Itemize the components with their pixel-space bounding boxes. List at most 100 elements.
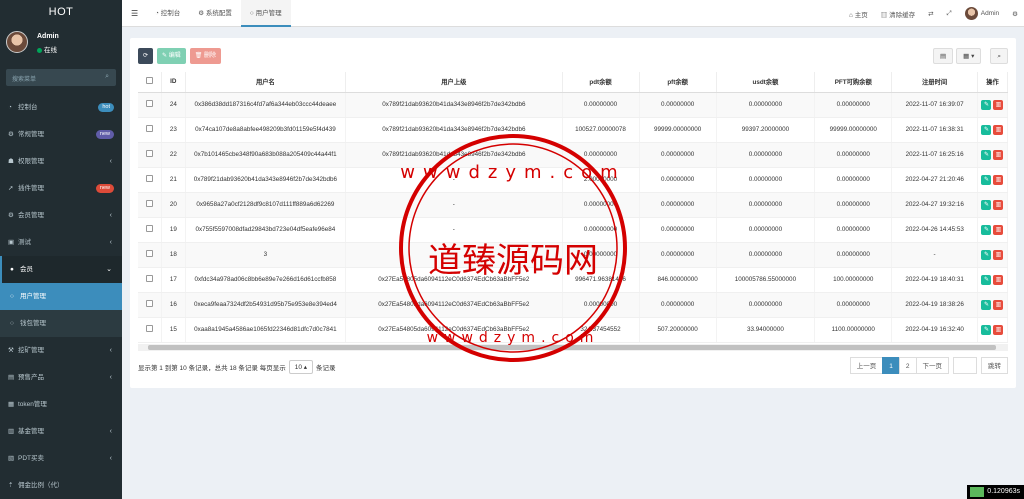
search-icon[interactable]: ⌕ — [105, 73, 109, 81]
table-row[interactable]: 22 0x7b101465cbe348f90a683b088a205409c44a… — [138, 142, 1009, 168]
delete-row-icon[interactable]: ▥ — [993, 124, 1004, 135]
sidebar-item-1[interactable]: ⚙ 常规管理 new — [0, 121, 122, 148]
table-row[interactable]: 19 0x755f5597008dfad29843bd723e04df5eafe9… — [138, 217, 1009, 243]
row-checkbox[interactable] — [146, 150, 154, 157]
sidebar-item-3[interactable]: ➚ 插件管理 new — [0, 175, 122, 202]
tab-1[interactable]: ⚙ 系统配置 — [189, 0, 241, 27]
table-cell: 996471.96381426 — [562, 267, 640, 293]
sidebar-item-13[interactable]: ▧ PDT买卖 ‹ — [0, 445, 122, 472]
settings-icon[interactable]: ⚙ — [1012, 10, 1018, 18]
horizontal-scrollbar[interactable] — [138, 344, 1008, 351]
chevron-icon: ‹ — [109, 239, 112, 246]
next-page-button[interactable]: 下一页 — [915, 357, 949, 374]
page-button-1[interactable]: 1 — [882, 357, 900, 374]
tab-0[interactable]: ◔ 控制台 — [146, 0, 189, 27]
edit-row-icon[interactable]: ✎ — [981, 149, 992, 160]
edit-button[interactable]: ✎ 编辑 — [157, 48, 186, 64]
columns-dropdown[interactable]: ▦ ▾ — [956, 48, 982, 64]
column-header[interactable]: ID — [161, 72, 186, 93]
refresh-button[interactable]: ⟳ — [138, 48, 154, 64]
delete-row-icon[interactable]: ▥ — [993, 274, 1004, 285]
row-checkbox[interactable] — [146, 325, 154, 332]
table-row[interactable]: 21 0x789f21dab93620b41da343e8946f2b7de342… — [138, 167, 1009, 193]
column-header[interactable]: PFT可购余额 — [814, 72, 893, 93]
delete-row-icon[interactable]: ▥ — [993, 224, 1004, 235]
sidebar-item-11[interactable]: ▦ token管理 — [0, 391, 122, 418]
row-checkbox[interactable] — [146, 175, 154, 182]
row-checkbox[interactable] — [146, 250, 154, 257]
users-table: ID 用户名 用户上级 pdt余额 pft余额 usdt余额 PFT可购余额 注册时间 操作 2… — [138, 72, 1009, 343]
column-header[interactable]: 用户名 — [185, 72, 347, 93]
delete-row-icon[interactable]: ▥ — [993, 174, 1004, 185]
search-button[interactable]: ⌕ — [990, 48, 1008, 64]
edit-row-icon[interactable]: ✎ — [981, 249, 992, 260]
menu-toggle-icon[interactable]: ☰ — [131, 9, 138, 18]
page-size-select[interactable]: 10 ▴ — [288, 360, 314, 374]
table-row[interactable]: 15 0xaa8a1945a4586ae1065fd22346d81dfc7d0c… — [138, 317, 1009, 343]
delete-row-icon[interactable]: ▥ — [993, 249, 1004, 260]
table-cell: 0x789f21dab93620b41da343e8946f2b7de342bd… — [345, 142, 563, 168]
delete-row-icon[interactable]: ▥ — [993, 99, 1004, 110]
fullscreen-icon[interactable]: ⤢ — [947, 10, 952, 18]
jump-page-input[interactable] — [953, 357, 977, 374]
column-header[interactable]: 操作 — [977, 72, 1009, 93]
sidebar-item-7[interactable]: ○ 用户管理 — [0, 283, 122, 310]
table-cell: 0x386d38dd187316c4fd7af6a344eb03ccc44dea… — [185, 92, 347, 118]
edit-row-icon[interactable]: ✎ — [981, 299, 992, 310]
table-cell: 18 — [161, 242, 186, 268]
page-button-2[interactable]: 2 — [898, 357, 917, 374]
prev-page-button[interactable]: 上一页 — [849, 357, 884, 374]
table-row[interactable]: 18 3-0.00000000 0.00000000 0.00000000 0.0000… — [138, 242, 1009, 268]
table-row[interactable]: 16 0xeca9feaa7324df2b54931d95b75e953e8e39… — [138, 292, 1009, 318]
row-checkbox[interactable] — [146, 100, 154, 107]
clear-cache-button[interactable]: ▥ 清除缓存 — [881, 9, 915, 19]
row-checkbox[interactable] — [146, 125, 154, 132]
column-header[interactable]: 注册时间 — [891, 72, 978, 93]
delete-row-icon[interactable]: ▥ — [993, 324, 1004, 335]
table-row[interactable]: 24 0x386d38dd187316c4fd7af6a344eb03ccc44d… — [138, 92, 1009, 118]
translate-icon[interactable]: ⇄ — [928, 10, 933, 18]
edit-row-icon[interactable]: ✎ — [981, 324, 992, 335]
toggle-view-icon[interactable]: ▤ — [932, 48, 954, 64]
app-logo[interactable]: HOT — [0, 0, 122, 25]
sidebar-item-14[interactable]: ⇡ 佣金比例（代） — [0, 472, 122, 499]
sidebar-item-9[interactable]: ⚒ 挖矿管理 ‹ — [0, 337, 122, 364]
table-row[interactable]: 20 0x9658a27a0cf2128df9c8107d111ff889a6d6… — [138, 192, 1009, 218]
sidebar-item-12[interactable]: ▥ 基金管理 ‹ — [0, 418, 122, 445]
sidebar-item-2[interactable]: ☗ 权限管理 ‹ — [0, 148, 122, 175]
sidebar-item-8[interactable]: ○ 钱包管理 — [0, 310, 122, 337]
home-link[interactable]: ⌂ 主页 — [849, 9, 868, 19]
sidebar-item-0[interactable]: ◔ 控制台 hot — [0, 94, 122, 121]
select-all-checkbox[interactable] — [146, 77, 154, 85]
sidebar-item-4[interactable]: ⚙ 会员管理 ‹ — [0, 202, 122, 229]
row-checkbox[interactable] — [146, 225, 154, 232]
delete-row-icon[interactable]: ▥ — [993, 299, 1004, 310]
sidebar-item-10[interactable]: ▤ 预售产品 ‹ — [0, 364, 122, 391]
row-checkbox[interactable] — [146, 200, 154, 207]
delete-row-icon[interactable]: ▥ — [993, 149, 1004, 160]
jump-button[interactable]: 跳转 — [981, 357, 1008, 374]
user-menu[interactable]: Admin — [964, 7, 999, 20]
edit-row-icon[interactable]: ✎ — [981, 274, 992, 285]
edit-row-icon[interactable]: ✎ — [981, 124, 992, 135]
column-header[interactable]: 用户上级 — [345, 72, 563, 93]
column-header[interactable]: pdt余额 — [562, 72, 640, 93]
column-header[interactable]: usdt余额 — [716, 72, 816, 93]
column-header[interactable]: pft余额 — [639, 72, 717, 93]
edit-row-icon[interactable]: ✎ — [981, 199, 992, 210]
delete-button[interactable]: 🗑 删除 — [189, 48, 222, 64]
sidebar-item-6[interactable]: ● 会员 ⌄ — [0, 256, 122, 283]
table-cell: 17 — [161, 267, 186, 293]
menu-search-input[interactable]: 搜索菜单 ⌕ — [6, 69, 116, 86]
table-row[interactable]: 23 0x74ca107de8a8abfee498209b3fd01159e5f4… — [138, 117, 1009, 143]
edit-row-icon[interactable]: ✎ — [981, 224, 992, 235]
edit-row-icon[interactable]: ✎ — [981, 99, 992, 110]
row-checkbox[interactable] — [146, 300, 154, 307]
edit-row-icon[interactable]: ✎ — [981, 174, 992, 185]
row-checkbox[interactable] — [146, 275, 154, 282]
table-row[interactable]: 17 0xfdc34a978ad06c8bb6e89e7e266d16d61ccf… — [138, 267, 1009, 293]
tab-2[interactable]: ○ 用户管理 — [240, 0, 291, 27]
sidebar-item-5[interactable]: ▣ 测试 ‹ — [0, 229, 122, 256]
dashboard-icon: ◔ — [8, 104, 12, 111]
delete-row-icon[interactable]: ▥ — [993, 199, 1004, 210]
